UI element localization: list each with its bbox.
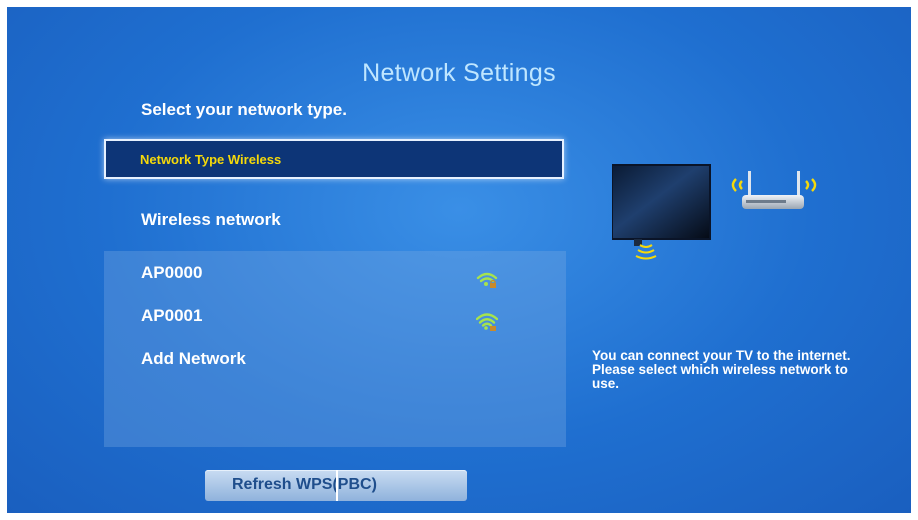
wifi-locked-icon <box>476 272 498 288</box>
wireless-network-heading: Wireless network <box>141 210 281 229</box>
wifi-locked-icon <box>476 313 498 331</box>
tv-router-illustration <box>612 164 817 260</box>
router-icon <box>731 171 817 209</box>
page-title: Network Settings <box>362 59 556 87</box>
subtitle: Select your network type. <box>141 100 347 119</box>
network-item-ap0001[interactable]: AP0001 <box>141 306 202 326</box>
network-list: AP0000 AP0001 Add Network <box>104 251 566 447</box>
tv-icon <box>612 164 711 260</box>
button-bar: Refresh WPS(PBC) <box>205 470 467 501</box>
help-text: You can connect your TV to the internet.… <box>592 348 851 391</box>
network-type-selector[interactable]: Network Type Wireless <box>104 139 564 179</box>
refresh-button-label: Refresh <box>232 476 292 493</box>
network-type-label: Network Type Wireless <box>140 152 282 167</box>
tv-screen: Network Settings Select your network typ… <box>7 7 911 513</box>
network-item-ap0000[interactable]: AP0000 <box>141 263 202 283</box>
add-network-item[interactable]: Add Network <box>141 349 246 369</box>
button-divider <box>336 470 338 501</box>
